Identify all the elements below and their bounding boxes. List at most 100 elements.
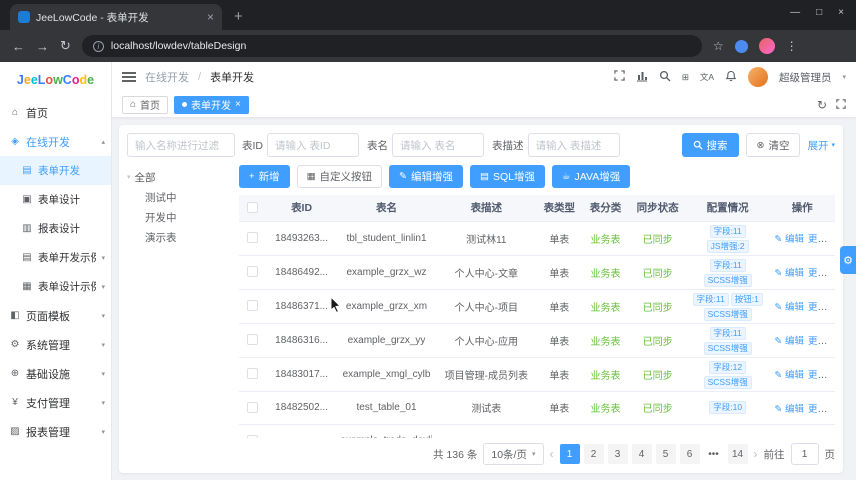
pager-page-5[interactable]: 5 — [655, 444, 676, 464]
bell-icon[interactable] — [725, 70, 737, 85]
tree-node-testing[interactable]: 测试中 — [127, 187, 229, 207]
toolbar-button-edit-enhance[interactable]: ✎ 编辑增强 — [389, 165, 464, 188]
pager-page-2[interactable]: 2 — [583, 444, 604, 464]
row-checkbox-cell — [239, 221, 266, 256]
sidebar-item-pay[interactable]: ¥ 支付管理 ▾ — [0, 388, 111, 417]
row-checkbox[interactable] — [246, 266, 258, 278]
report-design-icon: ▥ — [22, 223, 32, 234]
maximize-icon[interactable]: □ — [816, 7, 822, 18]
tree-filter-input[interactable]: 输入名称进行过滤 — [127, 133, 235, 157]
edit-link[interactable]: ✎ 编辑 — [774, 268, 804, 279]
extension-icon[interactable] — [734, 39, 748, 53]
row-checkbox[interactable] — [246, 334, 258, 346]
row-checkbox[interactable] — [246, 368, 258, 380]
more-link[interactable]: 更多 ▾ — [808, 404, 833, 415]
edit-link[interactable]: ✎ 编辑 — [774, 336, 804, 347]
back-icon[interactable]: ← — [12, 39, 25, 54]
more-link[interactable]: 更多 ▾ — [808, 336, 833, 347]
goto-page-input[interactable]: 1 — [790, 443, 819, 465]
expand-filters-toggle[interactable]: 展开 ▾ — [807, 138, 835, 153]
select-all-checkbox[interactable] — [246, 202, 258, 214]
chevron-down-icon: ▾ — [829, 373, 834, 380]
refresh-icon[interactable]: ↻ — [60, 38, 71, 54]
bookmark-star-icon[interactable]: ☆ — [713, 39, 724, 53]
more-link[interactable]: 更多 ▾ — [808, 268, 833, 279]
filter-input-table-id[interactable]: 请输入 表ID — [267, 133, 359, 157]
page-tab-home[interactable]: ⌂ 首页 — [122, 95, 169, 114]
info-icon[interactable]: i — [92, 40, 104, 52]
browser-profile-avatar[interactable] — [758, 38, 775, 54]
row-checkbox[interactable] — [246, 401, 258, 413]
prev-page-icon[interactable]: ‹ — [550, 447, 554, 461]
sidebar-item-form-dev[interactable]: ▤ 表单开发 — [0, 156, 111, 185]
pager-ellipsis[interactable]: ••• — [704, 444, 724, 464]
new-tab-button[interactable]: + — [234, 8, 243, 25]
sidebar-item-report[interactable]: ▨ 报表管理 ▾ — [0, 417, 111, 446]
toolbar-button-custom-button[interactable]: ▦ 自定义按钮 — [296, 165, 383, 188]
browser-tab[interactable]: JeeLowCode - 表单开发 × — [10, 4, 222, 30]
edit-link[interactable]: ✎ 编辑 — [774, 370, 804, 381]
translate-icon[interactable]: 文A — [700, 71, 714, 83]
window-close-icon[interactable]: × — [838, 7, 844, 18]
sidebar-item-system[interactable]: ⚙ 系统管理 ▾ — [0, 330, 111, 359]
expand-view-icon[interactable] — [836, 98, 846, 112]
close-icon[interactable]: × — [235, 99, 241, 110]
tab-title: JeeLowCode - 表单开发 — [36, 11, 149, 24]
chart-icon[interactable] — [636, 70, 648, 85]
tree-node-demo[interactable]: 演示表 — [127, 227, 229, 247]
toolbar-button-sql-enhance[interactable]: ▤ SQL增强 — [470, 165, 546, 188]
sidebar-item-home[interactable]: ⌂ 首页 — [0, 98, 111, 127]
toolbar-button-java-enhance[interactable]: ☕ JAVA增强 — [552, 165, 631, 188]
search-icon[interactable] — [659, 70, 671, 85]
fullscreen-icon[interactable] — [614, 70, 625, 84]
row-checkbox[interactable] — [246, 300, 258, 312]
sidebar-item-label: 表单开发 — [38, 165, 80, 177]
clear-button[interactable]: ⊗ 清空 — [745, 133, 801, 157]
filter-label: 表名 — [367, 139, 388, 152]
pager-page-4[interactable]: 4 — [631, 444, 652, 464]
filter-input-table-name[interactable]: 请输入 表名 — [392, 133, 484, 157]
pager-page-6[interactable]: 6 — [679, 444, 700, 464]
sidebar-item-form-dev-example[interactable]: ▤ 表单开发示例 ▾ — [0, 243, 111, 272]
sidebar-item-page-template[interactable]: ◧ 页面模板 ▾ — [0, 301, 111, 330]
toolbar-button-add[interactable]: + 新增 — [239, 165, 290, 188]
cell-table-type: 单表 — [536, 221, 582, 256]
edit-link[interactable]: ✎ 编辑 — [774, 404, 804, 415]
more-link[interactable]: 更多 ▾ — [808, 302, 833, 313]
close-icon[interactable]: × — [207, 10, 214, 24]
grid-icon[interactable]: ⊞ — [682, 72, 689, 83]
page-size-select[interactable]: 10条/页 ▾ — [483, 443, 544, 465]
next-page-icon[interactable]: › — [754, 447, 758, 461]
sidebar-item-infra[interactable]: ⊕ 基础设施 ▾ — [0, 359, 111, 388]
sidebar-item-form-design[interactable]: ▣ 表单设计 — [0, 185, 111, 214]
more-link[interactable]: 更多 ▾ — [808, 234, 833, 245]
search-button[interactable]: 搜索 — [681, 133, 739, 157]
page-tab-form-dev[interactable]: 表单开发 × — [174, 95, 249, 114]
sidebar-item-label: 表单设计 — [38, 194, 80, 206]
filter-input-table-desc[interactable]: 请输入 表描述 — [527, 133, 620, 157]
more-link[interactable]: 更多 ▾ — [808, 370, 833, 381]
browser-menu-icon[interactable]: ⋮ — [786, 39, 798, 53]
settings-gear-button[interactable]: ⚙ — [840, 246, 856, 274]
edit-link[interactable]: ✎ 编辑 — [774, 234, 804, 245]
minimize-icon[interactable]: — — [790, 7, 800, 18]
pager-page-3[interactable]: 3 — [607, 444, 628, 464]
tree-node-all[interactable]: ▾ 全部 — [127, 167, 229, 187]
row-checkbox[interactable] — [246, 232, 258, 244]
hamburger-icon[interactable] — [122, 72, 136, 82]
sidebar-item-form-design-example[interactable]: ▦ 表单设计示例 ▾ — [0, 272, 111, 301]
pager-page-1[interactable]: 1 — [559, 444, 580, 464]
chevron-down-icon[interactable]: ▾ — [842, 73, 846, 81]
tree-node-developing[interactable]: 开发中 — [127, 207, 229, 227]
address-bar[interactable]: i localhost/lowdev/tableDesign — [81, 35, 702, 57]
edit-link[interactable]: ✎ 编辑 — [774, 302, 804, 313]
filter-row: 输入名称进行过滤 表ID 请输入 表ID 表名 请输入 表名 表描述 请输入 表描述 搜索… — [127, 133, 835, 157]
sidebar-item-report-design[interactable]: ▥ 报表设计 — [0, 214, 111, 243]
app-logo[interactable]: JeeLowCode — [0, 62, 111, 98]
user-avatar[interactable] — [747, 67, 768, 87]
forward-icon[interactable]: → — [36, 39, 49, 54]
sidebar-item-online-dev[interactable]: ◈ 在线开发 ▴ — [0, 127, 111, 156]
pager-page-14[interactable]: 14 — [727, 444, 748, 464]
chevron-down-icon: ▾ — [101, 428, 105, 436]
refresh-page-icon[interactable]: ↻ — [817, 98, 827, 112]
